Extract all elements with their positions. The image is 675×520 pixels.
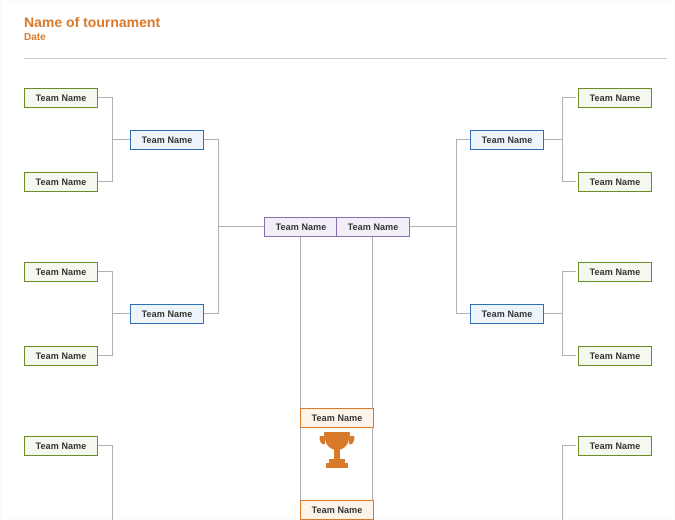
tournament-bracket-page: Name of tournament Date Team Name Team N…	[0, 0, 675, 520]
team-slot-semi-left[interactable]: Team Name	[264, 217, 338, 237]
team-slot-semi-right[interactable]: Team Name	[336, 217, 410, 237]
tournament-date: Date	[24, 32, 46, 43]
team-slot-r2-2[interactable]: Team Name	[470, 304, 544, 324]
team-slot-l2-1[interactable]: Team Name	[130, 130, 204, 150]
team-slot-l1-5[interactable]: Team Name	[24, 436, 98, 456]
trophy-icon	[316, 430, 358, 483]
team-slot-l1-4[interactable]: Team Name	[24, 346, 98, 366]
team-slot-final-bottom[interactable]: Team Name	[300, 500, 374, 520]
team-slot-final-top[interactable]: Team Name	[300, 408, 374, 428]
header-divider	[24, 58, 667, 59]
team-slot-l2-2[interactable]: Team Name	[130, 304, 204, 324]
team-slot-l1-1[interactable]: Team Name	[24, 88, 98, 108]
team-slot-r1-4[interactable]: Team Name	[578, 346, 652, 366]
team-slot-l1-3[interactable]: Team Name	[24, 262, 98, 282]
team-slot-l1-2[interactable]: Team Name	[24, 172, 98, 192]
team-slot-r2-1[interactable]: Team Name	[470, 130, 544, 150]
team-slot-r1-3[interactable]: Team Name	[578, 262, 652, 282]
team-slot-r1-1[interactable]: Team Name	[578, 88, 652, 108]
team-slot-r1-5[interactable]: Team Name	[578, 436, 652, 456]
team-slot-r1-2[interactable]: Team Name	[578, 172, 652, 192]
tournament-title: Name of tournament	[24, 14, 160, 30]
